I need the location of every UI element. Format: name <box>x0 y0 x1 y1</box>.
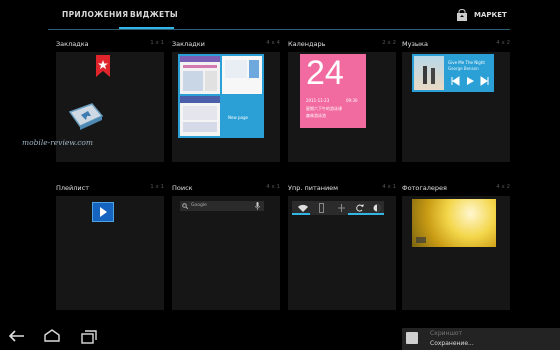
bookmark-thumb <box>222 56 262 94</box>
search-icon <box>182 203 188 209</box>
widget-title: Календарь <box>288 40 326 48</box>
bookmark-ribbon-icon <box>96 55 110 77</box>
notification-title: Скриншот <box>430 330 463 337</box>
market-bag-icon[interactable] <box>456 9 468 21</box>
calendar-event: 星期六下午的游泳课 <box>306 106 342 111</box>
back-icon[interactable] <box>9 330 25 342</box>
notification-area[interactable]: Скриншот Сохранение... <box>402 328 560 350</box>
recent-apps-icon[interactable] <box>81 330 97 344</box>
widget-size: 4 x 2 <box>496 40 510 46</box>
widget-preview: Give Me The Night George Benson <box>402 52 510 162</box>
album-art <box>414 56 444 90</box>
widget-title: Закладки <box>172 40 205 48</box>
tab-widgets[interactable]: ВИДЖЕТЫ <box>130 10 178 19</box>
widget-size: 4 x 4 <box>266 40 280 46</box>
screenshot-icon <box>406 332 418 344</box>
bookmarks-grid: New page <box>178 54 264 138</box>
wifi-icon <box>298 204 308 212</box>
calendar-date: 2011-11-23 <box>306 98 330 103</box>
market-button[interactable]: МАРКЕТ <box>474 11 507 19</box>
widget-preview <box>402 196 510 310</box>
widget-size: 1 x 1 <box>150 40 164 46</box>
widget-title: Плейлист <box>56 184 90 192</box>
widget-size: 2 x 2 <box>382 40 396 46</box>
widget-size: 4 x 2 <box>496 184 510 190</box>
brightness-icon <box>373 204 381 212</box>
home-icon[interactable] <box>44 329 60 342</box>
divider <box>48 29 510 30</box>
calendar-place: 森林游泳池 <box>306 113 326 118</box>
play-icon <box>92 202 114 222</box>
gps-icon <box>338 204 345 212</box>
widget-title: Фотогалерея <box>402 184 447 192</box>
widget-title: Упр. питанием <box>288 184 339 192</box>
calendar-time: 09:30 <box>346 98 358 103</box>
widget-preview: New page <box>172 52 280 162</box>
watermark: mobile-review.com <box>22 138 94 147</box>
widget-size: 4 x 1 <box>266 184 280 190</box>
device-logo-icon <box>68 103 104 130</box>
bookmark-thumb <box>180 96 220 136</box>
music-controls-icon <box>451 76 489 86</box>
top-bar: ПРИЛОЖЕНИЯ ВИДЖЕТЫ МАРКЕТ <box>0 0 560 30</box>
notification-status: Сохранение... <box>430 340 474 347</box>
widget-title: Поиск <box>172 184 193 192</box>
widget-preview: Google <box>172 196 280 310</box>
gallery-photo <box>412 199 496 247</box>
widget-preview <box>288 196 396 310</box>
music-title: Give Me The Night <box>448 60 485 65</box>
search-bar: Google <box>180 201 264 211</box>
new-page-label: New page <box>228 115 248 120</box>
bluetooth-icon <box>319 203 324 213</box>
tab-apps[interactable]: ПРИЛОЖЕНИЯ <box>62 10 128 19</box>
widget-title: Закладка <box>56 40 89 48</box>
power-toggles <box>292 201 384 215</box>
music-player: Give Me The Night George Benson <box>412 54 494 92</box>
mic-icon <box>255 202 260 210</box>
new-page-tile: New page <box>222 96 262 136</box>
widget-size: 1 x 1 <box>150 184 164 190</box>
music-artist: George Benson <box>448 66 479 71</box>
widget-preview: 24 2011-11-23 09:30 星期六下午的游泳课 森林游泳池 <box>288 52 396 162</box>
sync-icon <box>356 204 364 212</box>
widget-title: Музыка <box>402 40 428 48</box>
bookmark-thumb <box>180 56 220 94</box>
widget-size: 4 x 1 <box>382 184 396 190</box>
calendar-day: 24 <box>306 54 344 92</box>
calendar-card: 24 2011-11-23 09:30 星期六下午的游泳课 森林游泳池 <box>300 54 366 128</box>
widget-preview <box>56 196 164 310</box>
search-hint: Google <box>191 203 207 208</box>
